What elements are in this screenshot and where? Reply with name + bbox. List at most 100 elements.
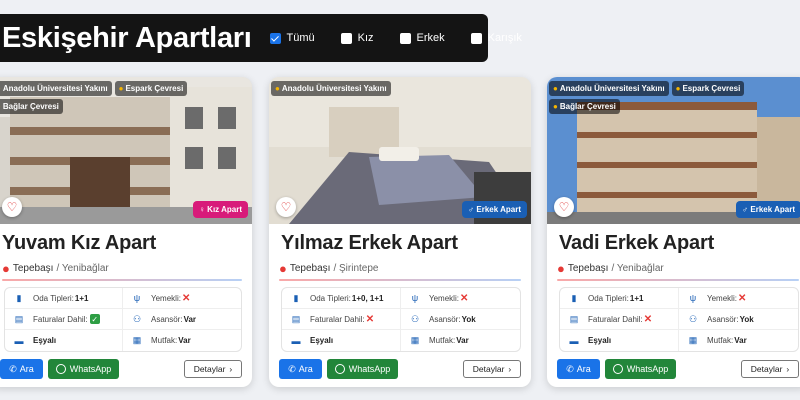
meals-label: Yemekli: [151,293,181,303]
details-label: Detaylar [472,364,505,374]
whatsapp-button[interactable]: WhatsApp [48,359,119,379]
kitchen-label: Mutfak: [151,336,178,345]
neighborhood: / Yenibağlar [56,263,109,274]
details-button[interactable]: Detaylar › [463,360,521,378]
filter-mixed[interactable]: Karışık [470,32,522,44]
male-icon: ♂ [468,205,475,214]
check-icon: ✓ [89,314,100,324]
whatsapp-icon [334,364,345,374]
kitchen-value: Var [456,336,469,345]
apart-name[interactable]: Yılmaz Erkek Apart [269,224,531,255]
elevator: ⚇ Asansör: Var [123,309,241,330]
apart-photo[interactable]: ●Anadolu Üniversitesi Yakını ●Espark Çev… [0,77,252,224]
apart-card[interactable]: ● Anadolu Üniversitesi Yakını ●Espark Çev… [547,77,800,387]
room-types-value: 1+0, 1+1 [351,293,384,303]
elevator-label: Asansör: [707,314,739,324]
location-pin-icon: ● [2,261,10,276]
checkbox-male[interactable] [399,32,411,44]
room-types-value: 1+1 [629,293,644,303]
feature-tag: ● Espark Çevresi [671,81,745,96]
people-icon: ⚇ [410,313,420,324]
apart-card[interactable]: ● Anadolu Üniversitesi Yakını ♡ ♂ Erkek A… [269,77,531,387]
favorite-heart-icon[interactable]: ♡ [554,197,574,217]
room-types-value: 1+1 [74,293,89,303]
call-button[interactable]: ✆ Ara [557,359,600,379]
filter-all-label: Tümü [286,32,315,44]
bills-label: Faturalar Dahil: [33,314,88,324]
whatsapp-button[interactable]: WhatsApp [327,359,398,379]
receipt-icon: ▤ [291,313,301,324]
location-pin-icon: ● [557,261,565,276]
features-grid: ▮ Oda Tipleri: 1+1 ψ Yemekli: ✕ ▤ Faturalar D… [4,287,242,352]
elevator-value: Yok [739,314,754,324]
checkbox-all[interactable] [269,32,281,44]
bills-label: Faturalar Dahil: [310,314,365,324]
checkbox-mixed[interactable] [470,32,482,44]
sofa-icon: ▬ [14,335,24,346]
cross-icon: ✕ [181,292,191,304]
chevron-right-icon: › [786,364,790,374]
elevator-label: Asansör: [429,314,461,324]
favorite-heart-icon[interactable]: ♡ [2,197,22,217]
details-button[interactable]: Detaylar › [741,360,799,378]
elevator: ⚇ Asansör: Yok [679,309,798,330]
favorite-heart-icon[interactable]: ♡ [276,197,296,217]
kitchen: ▦ Mutfak: Var [679,330,798,351]
feature-tag-label: Bağlar Çevresi [559,102,616,111]
utensils-icon: ψ [689,293,697,303]
furnished: ▬ Eşyalı [560,330,679,351]
pin-icon: ● [275,84,280,93]
apart-name[interactable]: Yuvam Kız Apart [0,224,252,255]
whatsapp-button[interactable]: WhatsApp [605,359,676,379]
gender-badge: ♂ Erkek Apart [736,201,800,218]
neighborhood: / Şirintepe [333,263,379,274]
elevator: ⚇ Asansör: Yok [401,309,520,330]
filter-all[interactable]: Tümü [269,32,315,44]
gender-badge-label: Erkek Apart [476,205,521,214]
call-button[interactable]: ✆ Ara [0,359,43,379]
chevron-right-icon: › [508,364,512,374]
checkbox-female[interactable] [340,32,352,44]
card-actions: ✆ Ara WhatsApp Detaylar › [547,352,800,379]
kitchen-icon: ▦ [132,335,142,345]
meals-label: Yemekli: [707,293,737,303]
furnished-label: Eşyalı [588,336,612,345]
apart-photo[interactable]: ● Anadolu Üniversitesi Yakını ♡ ♂ Erkek A… [269,77,531,224]
details-button[interactable]: Detaylar › [184,360,242,378]
utensils-icon: ψ [411,293,419,303]
feature-tag-label: Anadolu Üniversitesi Yakını [559,84,665,93]
feature-tag-label: Espark Çevresi [125,84,184,93]
elevator-label: Asansör: [151,314,183,324]
whatsapp-label: WhatsApp [348,364,391,374]
kitchen: ▦ Mutfak: Var [123,330,241,351]
kitchen: ▦ Mutfak: Var [401,330,520,351]
card-actions: ✆ Ara WhatsApp Detaylar › [0,352,252,379]
location: ● Tepebaşı / Yenibağlar [547,255,800,279]
furnished: ▬ Eşyalı [5,330,123,351]
cross-icon: ✕ [737,292,747,304]
filter-female[interactable]: Kız [340,32,374,44]
feature-tag-label: Espark Çevresi [682,84,741,93]
apart-name[interactable]: Vadi Erkek Apart [547,224,800,255]
bills-included: ▤ Faturalar Dahil: ✕ [282,309,401,330]
divider [2,279,242,281]
district: Tepebaşı [567,263,609,274]
gender-badge: ♂ Erkek Apart [462,201,527,218]
card-actions: ✆ Ara WhatsApp Detaylar › [269,352,531,379]
apart-photo[interactable]: ●Anadolu Üniversitesi Yakını ●Espark Çev… [547,77,800,224]
cross-icon: ✕ [365,313,375,325]
call-button[interactable]: ✆ Ara [279,359,322,379]
female-icon: ♀ [198,205,205,214]
people-icon: ⚇ [132,313,142,324]
filter-male[interactable]: Erkek [399,32,445,44]
feature-tag: ●Anadolu Üniversitesi Yakını [0,81,112,96]
feature-tag: ●Anadolu Üniversitesi Yakını [271,81,391,96]
gender-badge: ♀ Kız Apart [192,201,248,218]
feature-tag-label: Anadolu Üniversitesi Yakını [281,84,387,93]
apart-card[interactable]: ●Anadolu Üniversitesi Yakını ●Espark Çev… [0,77,252,387]
elevator-value: Yok [461,314,476,324]
kitchen-label: Mutfak: [707,336,734,345]
feature-tags: ●Anadolu Üniversitesi Yakını ●Espark Çev… [0,81,192,114]
kitchen-icon: ▦ [410,335,420,345]
pin-icon: ● [118,84,124,93]
